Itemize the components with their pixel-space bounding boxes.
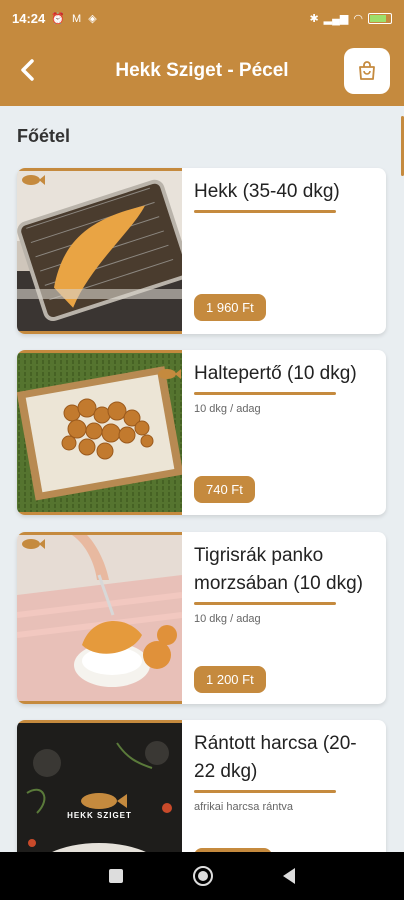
divider [194,210,336,213]
menu-item-card[interactable]: Haltepertő (10 dkg) 10 dkg / adag 740 Ft [17,350,386,515]
price-badge[interactable]: 740 Ft [194,476,255,503]
menu-item-body: Tigrisrák panko morzsában (10 dkg) 10 dk… [194,542,376,704]
divider [194,392,336,395]
back-button[interactable] [14,56,42,84]
menu-item-body: Haltepertő (10 dkg) 10 dkg / adag 740 Ft [194,360,376,515]
fish-logo-icon [22,175,45,185]
recent-apps-icon[interactable] [109,869,123,883]
menu-item-card[interactable]: Hekk (35-40 dkg) 1 960 Ft [17,168,386,334]
section-title: Főétel [17,126,71,146]
menu-item-body: Rántott harcsa (20-22 dkg) afrikai harcs… [194,730,376,852]
fish-logo-icon [158,369,181,379]
back-triangle-icon[interactable] [283,868,295,884]
item-description: 10 dkg / adag [194,403,261,415]
battery-icon [368,12,392,24]
item-description: afrikai harcsa rántva [194,801,294,813]
divider [194,602,336,605]
home-icon[interactable] [193,866,213,886]
status-time: 14:24 [12,10,46,26]
menu-item-card[interactable]: HEKK SZIGET Rántott harcsa (20-22 dkg) a… [17,720,386,852]
item-name: Hekk (35-40 dkg) [194,181,340,202]
hekk-sziget-logo-image: HEKK SZIGET [17,720,182,852]
fish-logo-icon [22,539,45,549]
shopping-bag-icon [359,61,375,80]
cart-button[interactable] [344,48,390,94]
item-name: Rántott harcsa (20-22 dkg) [194,733,357,782]
breaded-shrimp-image [17,532,182,704]
bluetooth-icon: ✱ [309,12,319,25]
logo-text: HEKK SZIGET [67,811,132,820]
fish-frying-basket-image [17,168,182,334]
menu-content[interactable]: Főétel Hekk (35-40 dkg) 1 960 Ft Haltepe… [0,106,404,852]
notification-icons: ⏰ M ◈ [51,12,99,25]
app-bar: Hekk Sziget - Pécel [0,36,404,106]
menu-item-card[interactable]: Tigrisrák panko morzsában (10 dkg) 10 dk… [17,532,386,704]
status-right: ✱ ▂▄▆ ◠ [309,12,392,25]
system-nav-bar [0,852,404,900]
chevron-left-icon [21,59,34,81]
signal-icon: ▂▄▆ [323,12,349,25]
menu-item-body: Hekk (35-40 dkg) 1 960 Ft [194,178,376,334]
item-name: Tigrisrák panko morzsában (10 dkg) [194,545,363,594]
item-name: Haltepertő (10 dkg) [194,363,357,384]
price-badge[interactable]: 1 200 Ft [194,666,266,693]
page-title: Hekk Sziget - Pécel [115,60,289,81]
wifi-icon: ◠ [353,12,363,25]
item-description: 10 dkg / adag [194,613,261,625]
status-bar: 14:24 ⏰ M ◈ ✱ ▂▄▆ ◠ [0,0,404,36]
fried-fish-bites-image [17,350,182,515]
price-badge[interactable]: 1 960 Ft [194,294,266,321]
divider [194,790,336,793]
